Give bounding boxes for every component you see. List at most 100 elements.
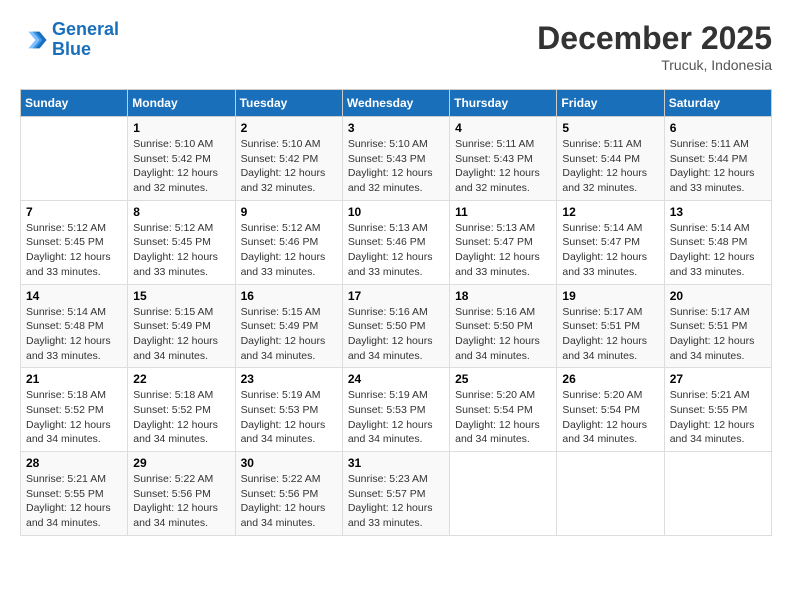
calendar-cell: 5 Sunrise: 5:11 AM Sunset: 5:44 PM Daylig… (557, 117, 664, 201)
day-info: Sunrise: 5:10 AM Sunset: 5:42 PM Dayligh… (241, 137, 337, 196)
calendar-cell: 21 Sunrise: 5:18 AM Sunset: 5:52 PM Dayli… (21, 368, 128, 452)
calendar-cell: 22 Sunrise: 5:18 AM Sunset: 5:52 PM Dayli… (128, 368, 235, 452)
day-info: Sunrise: 5:16 AM Sunset: 5:50 PM Dayligh… (455, 305, 551, 364)
day-info: Sunrise: 5:18 AM Sunset: 5:52 PM Dayligh… (133, 388, 229, 447)
weekday-header: Tuesday (235, 90, 342, 117)
day-info: Sunrise: 5:19 AM Sunset: 5:53 PM Dayligh… (348, 388, 444, 447)
day-info: Sunrise: 5:12 AM Sunset: 5:45 PM Dayligh… (133, 221, 229, 280)
day-number: 23 (241, 372, 337, 386)
logo-line1: General (52, 19, 119, 39)
calendar-cell: 13Sunrise: 5:14 AM Sunset: 5:48 PM Dayli… (664, 200, 771, 284)
day-number: 3 (348, 121, 444, 135)
day-number: 25 (455, 372, 551, 386)
day-info: Sunrise: 5:10 AM Sunset: 5:42 PM Dayligh… (133, 137, 229, 196)
calendar-cell: 28Sunrise: 5:21 AM Sunset: 5:55 PM Dayli… (21, 452, 128, 536)
day-info: Sunrise: 5:14 AM Sunset: 5:48 PM Dayligh… (26, 305, 122, 364)
day-number: 28 (26, 456, 122, 470)
logo-icon (20, 26, 48, 54)
day-info: Sunrise: 5:11 AM Sunset: 5:44 PM Dayligh… (670, 137, 766, 196)
day-info: Sunrise: 5:19 AM Sunset: 5:53 PM Dayligh… (241, 388, 337, 447)
day-number: 11 (455, 205, 551, 219)
day-number: 29 (133, 456, 229, 470)
logo-line2: Blue (52, 39, 91, 59)
calendar-cell: 8 Sunrise: 5:12 AM Sunset: 5:45 PM Daylig… (128, 200, 235, 284)
day-number: 4 (455, 121, 551, 135)
day-info: Sunrise: 5:17 AM Sunset: 5:51 PM Dayligh… (670, 305, 766, 364)
day-info: Sunrise: 5:18 AM Sunset: 5:52 PM Dayligh… (26, 388, 122, 447)
day-info: Sunrise: 5:23 AM Sunset: 5:57 PM Dayligh… (348, 472, 444, 531)
calendar-cell: 25 Sunrise: 5:20 AM Sunset: 5:54 PM Dayli… (450, 368, 557, 452)
main-title: December 2025 (537, 20, 772, 57)
calendar-week-row: 1 Sunrise: 5:10 AM Sunset: 5:42 PM Daylig… (21, 117, 772, 201)
calendar-week-row: 28Sunrise: 5:21 AM Sunset: 5:55 PM Dayli… (21, 452, 772, 536)
calendar-table: SundayMondayTuesdayWednesdayThursdayFrid… (20, 89, 772, 536)
day-info: Sunrise: 5:22 AM Sunset: 5:56 PM Dayligh… (133, 472, 229, 531)
day-info: Sunrise: 5:13 AM Sunset: 5:47 PM Dayligh… (455, 221, 551, 280)
day-number: 12 (562, 205, 658, 219)
calendar-week-row: 7Sunrise: 5:12 AM Sunset: 5:45 PM Daylig… (21, 200, 772, 284)
logo: General Blue (20, 20, 119, 60)
calendar-cell (557, 452, 664, 536)
calendar-cell (450, 452, 557, 536)
day-info: Sunrise: 5:10 AM Sunset: 5:43 PM Dayligh… (348, 137, 444, 196)
calendar-cell: 7Sunrise: 5:12 AM Sunset: 5:45 PM Daylig… (21, 200, 128, 284)
day-info: Sunrise: 5:22 AM Sunset: 5:56 PM Dayligh… (241, 472, 337, 531)
calendar-cell: 1 Sunrise: 5:10 AM Sunset: 5:42 PM Daylig… (128, 117, 235, 201)
day-number: 27 (670, 372, 766, 386)
day-info: Sunrise: 5:16 AM Sunset: 5:50 PM Dayligh… (348, 305, 444, 364)
calendar-cell: 2 Sunrise: 5:10 AM Sunset: 5:42 PM Daylig… (235, 117, 342, 201)
calendar-cell: 30 Sunrise: 5:22 AM Sunset: 5:56 PM Dayli… (235, 452, 342, 536)
day-info: Sunrise: 5:15 AM Sunset: 5:49 PM Dayligh… (241, 305, 337, 364)
calendar-cell: 9Sunrise: 5:12 AM Sunset: 5:46 PM Daylig… (235, 200, 342, 284)
day-info: Sunrise: 5:20 AM Sunset: 5:54 PM Dayligh… (455, 388, 551, 447)
calendar-week-row: 21 Sunrise: 5:18 AM Sunset: 5:52 PM Dayli… (21, 368, 772, 452)
weekday-header: Friday (557, 90, 664, 117)
calendar-cell: 24Sunrise: 5:19 AM Sunset: 5:53 PM Dayli… (342, 368, 449, 452)
day-info: Sunrise: 5:12 AM Sunset: 5:46 PM Dayligh… (241, 221, 337, 280)
day-number: 2 (241, 121, 337, 135)
calendar-cell: 20 Sunrise: 5:17 AM Sunset: 5:51 PM Dayli… (664, 284, 771, 368)
calendar-cell: 29 Sunrise: 5:22 AM Sunset: 5:56 PM Dayli… (128, 452, 235, 536)
day-info: Sunrise: 5:17 AM Sunset: 5:51 PM Dayligh… (562, 305, 658, 364)
calendar-cell: 12 Sunrise: 5:14 AM Sunset: 5:47 PM Dayli… (557, 200, 664, 284)
calendar-cell: 26 Sunrise: 5:20 AM Sunset: 5:54 PM Dayli… (557, 368, 664, 452)
calendar-cell: 3 Sunrise: 5:10 AM Sunset: 5:43 PM Daylig… (342, 117, 449, 201)
page-header: General Blue December 2025 Trucuk, Indon… (20, 20, 772, 73)
day-number: 22 (133, 372, 229, 386)
logo-text: General Blue (52, 20, 119, 60)
calendar-cell (664, 452, 771, 536)
day-info: Sunrise: 5:11 AM Sunset: 5:44 PM Dayligh… (562, 137, 658, 196)
day-number: 30 (241, 456, 337, 470)
day-number: 13 (670, 205, 766, 219)
day-number: 10 (348, 205, 444, 219)
weekday-header: Wednesday (342, 90, 449, 117)
day-number: 17 (348, 289, 444, 303)
day-info: Sunrise: 5:12 AM Sunset: 5:45 PM Dayligh… (26, 221, 122, 280)
day-number: 31 (348, 456, 444, 470)
day-number: 20 (670, 289, 766, 303)
day-number: 5 (562, 121, 658, 135)
day-info: Sunrise: 5:11 AM Sunset: 5:43 PM Dayligh… (455, 137, 551, 196)
day-info: Sunrise: 5:15 AM Sunset: 5:49 PM Dayligh… (133, 305, 229, 364)
calendar-cell: 11 Sunrise: 5:13 AM Sunset: 5:47 PM Dayli… (450, 200, 557, 284)
day-number: 19 (562, 289, 658, 303)
calendar-body: 1 Sunrise: 5:10 AM Sunset: 5:42 PM Daylig… (21, 117, 772, 536)
day-number: 8 (133, 205, 229, 219)
weekday-header: Thursday (450, 90, 557, 117)
day-number: 26 (562, 372, 658, 386)
calendar-header: SundayMondayTuesdayWednesdayThursdayFrid… (21, 90, 772, 117)
day-info: Sunrise: 5:14 AM Sunset: 5:47 PM Dayligh… (562, 221, 658, 280)
calendar-week-row: 14Sunrise: 5:14 AM Sunset: 5:48 PM Dayli… (21, 284, 772, 368)
day-number: 1 (133, 121, 229, 135)
title-block: December 2025 Trucuk, Indonesia (537, 20, 772, 73)
weekday-header: Saturday (664, 90, 771, 117)
day-info: Sunrise: 5:20 AM Sunset: 5:54 PM Dayligh… (562, 388, 658, 447)
calendar-cell: 6Sunrise: 5:11 AM Sunset: 5:44 PM Daylig… (664, 117, 771, 201)
weekday-header: Sunday (21, 90, 128, 117)
calendar-cell: 27Sunrise: 5:21 AM Sunset: 5:55 PM Dayli… (664, 368, 771, 452)
day-number: 21 (26, 372, 122, 386)
calendar-cell: 17 Sunrise: 5:16 AM Sunset: 5:50 PM Dayli… (342, 284, 449, 368)
calendar-cell: 14Sunrise: 5:14 AM Sunset: 5:48 PM Dayli… (21, 284, 128, 368)
calendar-cell: 4 Sunrise: 5:11 AM Sunset: 5:43 PM Daylig… (450, 117, 557, 201)
calendar-cell: 16Sunrise: 5:15 AM Sunset: 5:49 PM Dayli… (235, 284, 342, 368)
